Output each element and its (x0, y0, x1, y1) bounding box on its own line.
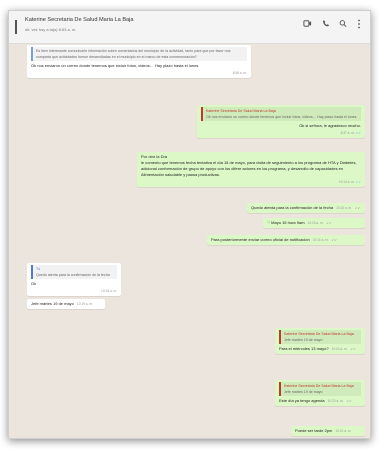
read-ticks-icon: ✔✔ (346, 399, 352, 403)
quoted-message: Katerine Secretaria De Salud Maria La Ba… (201, 107, 361, 121)
message-time: 8:36 a. m. (232, 71, 247, 75)
message-time: 10:18 a. m. (101, 289, 117, 293)
message-text: Por otro la Dra le comento que tenemos f… (141, 154, 357, 177)
chat-window: Katerine Secretaria De Salud Maria La Ba… (8, 10, 371, 439)
read-ticks-icon: ✔✔ (331, 238, 338, 242)
message-text: Puede ser tarde 2pm (295, 428, 333, 433)
message-bubble-outgoing[interactable]: Quedo atenta para la confirmación de la … (247, 203, 365, 213)
message-bubble-incoming[interactable]: Tú Quedo atenta para la confirmación de … (27, 263, 121, 296)
quoted-message: Es bien interesante comunicarle informac… (31, 47, 247, 61)
message-bubble-outgoing[interactable]: Para posteriormente enviar correo oficia… (207, 235, 365, 245)
message-time: 8:37 a. m. (340, 131, 355, 135)
message-text: Este día ya tengo agenda (279, 398, 325, 403)
message-text: Quedo atenta para la confirmación de la … (251, 205, 334, 210)
message-bubble-outgoing[interactable]: Por otro la Dra le comento que tenemos f… (137, 152, 365, 187)
menu-icon[interactable] (357, 19, 361, 32)
message-time: 10:15 a. m. (307, 221, 324, 225)
message-text: Mayo 15 hora 9am (271, 220, 305, 225)
message-bubble-incoming[interactable]: Jefe martes 19 de mayo 10:19 a. m. (27, 299, 105, 309)
back-arrow-icon[interactable] (15, 20, 17, 34)
chat-header: Katerine Secretaria De Salud Maria La Ba… (9, 11, 370, 44)
message-text: Ok (31, 281, 37, 286)
message-time: 10:16 a. m. (312, 238, 329, 242)
message-bubble-outgoing[interactable]: Katerine Secretaria De Salud Maria La Ba… (275, 380, 365, 406)
contact-status: últ. vez hoy a la(s) 8:53 a. m. (25, 27, 77, 32)
message-bubble-outgoing[interactable]: Katerine Secretaria De Salud Maria La Ba… (275, 328, 365, 354)
message-time: 10:20 a. m. (331, 347, 348, 351)
read-ticks-icon: ✔✔ (350, 347, 356, 351)
pointing-hand-icon: ☟ (267, 220, 271, 226)
message-time: 10:21 a. m. (335, 429, 352, 433)
read-ticks-icon: ✔✔ (326, 221, 332, 225)
quoted-message: Tú Quedo atenta para la confirmación de … (31, 265, 117, 279)
message-time: 10:15 a. m. (336, 206, 353, 210)
message-time: 10:19 a. m. (76, 302, 93, 306)
message-time: 10:14 a. m. (338, 180, 355, 184)
search-icon[interactable] (339, 19, 347, 31)
message-bubble-outgoing[interactable]: Katerine Secretaria De Salud Maria La Ba… (197, 105, 365, 138)
message-text: Para posteriormente enviar correo oficia… (211, 237, 310, 242)
message-text: Jefe martes 19 de mayo (31, 301, 74, 306)
message-bubble-outgoing[interactable]: Puede ser tarde 2pm 10:21 a. m. (291, 426, 365, 436)
read-ticks-icon: ✔✔ (355, 131, 361, 135)
message-text: Para el miércoles 13 mayo? (279, 346, 329, 351)
message-bubble-outgoing[interactable]: ☟ Mayo 15 hora 9am 10:15 a. m. ✔✔ (263, 218, 365, 228)
phone-icon[interactable] (322, 19, 330, 31)
read-ticks-icon: ✔✔ (355, 206, 361, 210)
message-bubble-incoming[interactable]: Es bien interesante comunicarle informac… (27, 45, 251, 78)
read-ticks-icon: ✔✔ (355, 180, 361, 184)
video-icon[interactable] (303, 19, 312, 31)
contact-name[interactable]: Katerine Secretaria De Salud Maria La Ba… (25, 17, 134, 23)
quoted-message: Katerine Secretaria De Salud Maria La Ba… (279, 382, 361, 396)
message-text: Ok si señora, le agradezco mucho. (299, 123, 361, 128)
quoted-message: Katerine Secretaria De Salud Maria La Ba… (279, 330, 361, 344)
message-time: 10:20 a. m. (327, 399, 344, 403)
message-list[interactable]: Es bien interesante comunicarle informac… (9, 45, 370, 438)
message-text: Ok nos enviaron un correo donde tenemos … (31, 63, 199, 68)
